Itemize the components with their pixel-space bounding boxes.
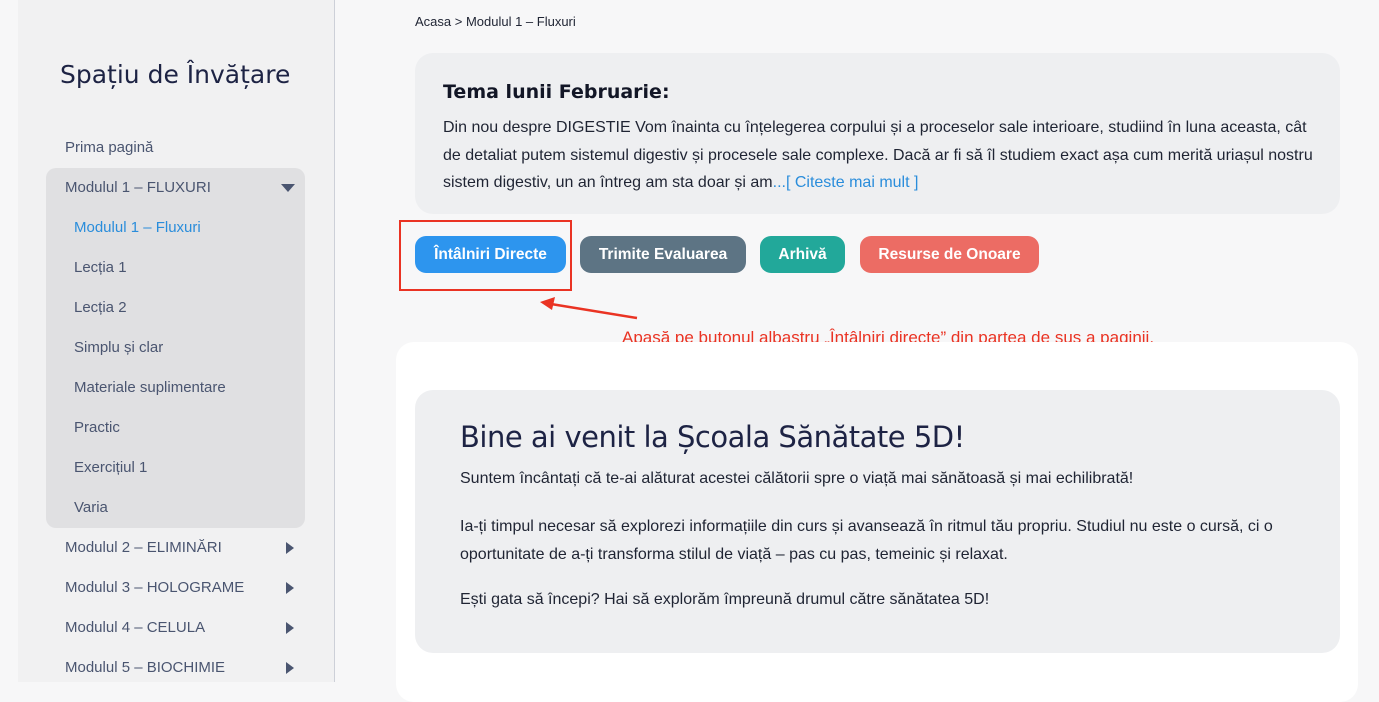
- sidebar-subitem-varia[interactable]: Varia: [46, 488, 305, 528]
- welcome-paragraph-2: Ia-ți timpul necesar să explorezi inform…: [460, 518, 1273, 563]
- sidebar-subitem-practic[interactable]: Practic: [46, 408, 305, 448]
- archive-button[interactable]: Arhivă: [760, 236, 845, 273]
- theme-title: Tema lunii Februarie:: [443, 81, 670, 103]
- sidebar-subitem-exercitiul-1[interactable]: Exercițiul 1: [46, 448, 305, 488]
- sidebar-item-module-2[interactable]: Modulul 2 – ELIMINĂRI: [18, 528, 334, 568]
- caret-right-icon[interactable]: [286, 662, 294, 674]
- sidebar-item-label: Modulul 1 – FLUXURI: [65, 179, 211, 196]
- submit-evaluation-button[interactable]: Trimite Evaluarea: [580, 236, 746, 273]
- sidebar-item-module-1[interactable]: Modulul 1 – FLUXURI: [46, 168, 305, 208]
- site-title: Spațiu de Învățare: [60, 60, 291, 89]
- breadcrumb[interactable]: Acasa > Modulul 1 – Fluxuri: [415, 14, 576, 29]
- honor-resources-button[interactable]: Resurse de Onoare: [860, 236, 1039, 273]
- caret-down-icon[interactable]: [281, 184, 295, 192]
- sidebar-subitem-simplu-si-clar[interactable]: Simplu și clar: [46, 328, 305, 368]
- sidebar-item-home[interactable]: Prima pagină: [18, 128, 334, 168]
- theme-text: Din nou despre DIGESTIE Vom înainta cu î…: [443, 114, 1313, 197]
- sidebar: Spațiu de Învățare Prima pagină Modulul …: [18, 0, 335, 682]
- sidebar-item-module-4[interactable]: Modulul 4 – CELULA: [18, 608, 334, 648]
- sidebar-subitem-lectia-1[interactable]: Lecția 1: [46, 248, 305, 288]
- welcome-paragraph-3: Ești gata să începi? Hai să explorăm împ…: [460, 591, 990, 608]
- sidebar-item-label: Modulul 3 – HOLOGRAME: [65, 579, 245, 596]
- sidebar-item-label: Modulul 2 – ELIMINĂRI: [65, 539, 222, 556]
- sidebar-item-label: Modulul 5 – BIOCHIMIE: [65, 659, 226, 676]
- sidebar-group-module-1: Modulul 1 – FLUXURI Modulul 1 – Fluxuri …: [46, 168, 305, 528]
- welcome-paragraph-1: Suntem încântați că te-ai alăturat acest…: [460, 470, 1134, 487]
- sidebar-nav: Prima pagină Modulul 1 – FLUXURI Modulul…: [18, 128, 334, 682]
- welcome-title: Bine ai venit la Școala Sănătate 5D!: [460, 420, 965, 454]
- annotation-highlight-box: [399, 220, 572, 291]
- caret-right-icon[interactable]: [286, 622, 294, 634]
- theme-of-month-box: Tema lunii Februarie: Din nou despre DIG…: [415, 53, 1340, 214]
- sidebar-item-module-5[interactable]: Modulul 5 – BIOCHIMIE: [18, 648, 334, 682]
- sidebar-subitem-materiale-suplimentare[interactable]: Materiale suplimentare: [46, 368, 305, 408]
- annotation-arrow-icon: [540, 297, 638, 320]
- welcome-box: Bine ai venit la Școala Sănătate 5D! Sun…: [415, 390, 1340, 653]
- read-more-link[interactable]: ...[ Citeste mai mult ]: [773, 174, 919, 191]
- sidebar-item-module-3[interactable]: Modulul 3 – HOLOGRAME: [18, 568, 334, 608]
- sidebar-item-label: Modulul 4 – CELULA: [65, 619, 206, 636]
- caret-right-icon[interactable]: [286, 582, 294, 594]
- caret-right-icon[interactable]: [286, 542, 294, 554]
- sidebar-subitem-module-1-fluxuri[interactable]: Modulul 1 – Fluxuri: [46, 208, 305, 248]
- sidebar-subitem-lectia-2[interactable]: Lecția 2: [46, 288, 305, 328]
